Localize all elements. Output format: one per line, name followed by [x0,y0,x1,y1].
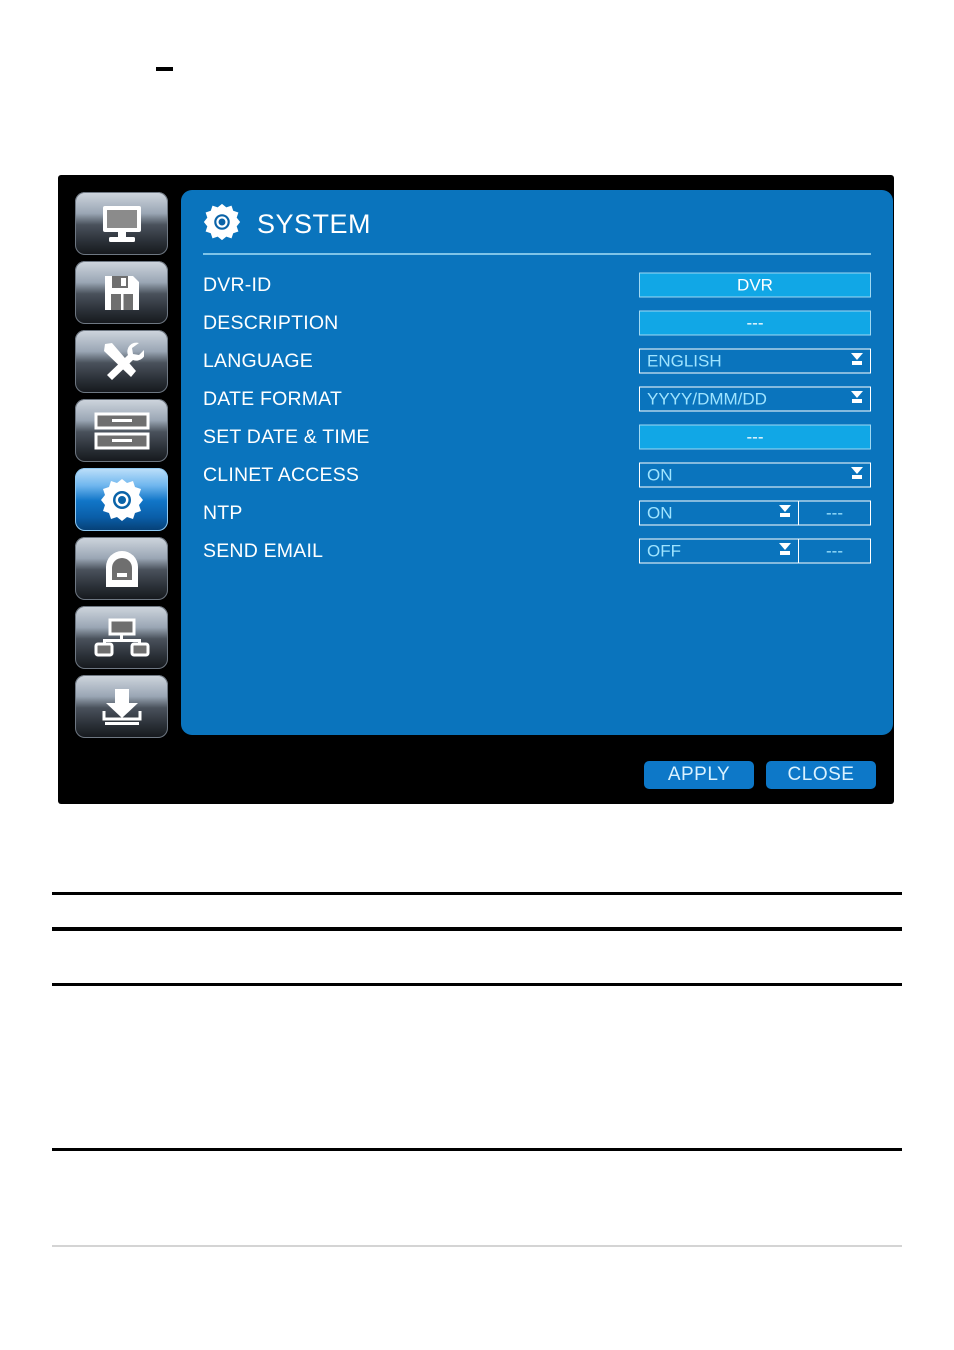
chevron-down-icon [777,541,793,562]
page-title: SYSTEM [257,208,372,239]
sidebar-item-security[interactable] [75,537,168,600]
send-email-select-value: OFF [647,541,681,560]
setting-row-ntp: NTP ON --- [203,494,871,532]
dvr-id-input[interactable]: DVR [639,272,871,298]
field-slot: --- [639,424,871,450]
field-slot: YYYY/DMM/DD [639,386,871,412]
gear-icon [100,478,144,522]
setting-row-client-access: CLINET ACCESS ON [203,456,871,494]
sidebar-item-device[interactable] [75,330,168,393]
network-tree-icon [94,618,150,658]
dvr-settings-window: SYSTEM DVR-ID DVR DESCRIPTION --- LANGUA… [58,175,894,804]
lock-icon [102,549,142,589]
chevron-down-icon [777,503,793,524]
setting-row-send-email: SEND EMAIL OFF --- [203,532,871,570]
sidebar-item-system[interactable] [75,468,168,531]
close-button[interactable]: CLOSE [766,761,876,789]
list-rows-icon [94,412,150,450]
panel-header: SYSTEM [203,200,371,248]
apply-button[interactable]: APPLY [644,761,754,789]
setting-label: NTP [203,501,243,524]
field-slot: --- [639,310,871,336]
description-input[interactable]: --- [639,310,871,336]
system-settings-panel: SYSTEM DVR-ID DVR DESCRIPTION --- LANGUA… [181,190,893,735]
date-format-select-value: YYYY/DMM/DD [647,389,767,408]
client-access-select-value: ON [647,465,673,484]
document-rule [52,892,902,895]
send-email-select[interactable]: OFF [639,538,799,564]
sidebar-item-display[interactable] [75,192,168,255]
document-rule [52,983,902,986]
sidebar-item-schedule[interactable] [75,399,168,462]
sidebar-item-record[interactable] [75,261,168,324]
sidebar-item-network[interactable] [75,606,168,669]
field-slot: ON [639,462,871,488]
monitor-icon [99,204,145,244]
page-dash-mark [156,67,173,71]
setting-label: SEND EMAIL [203,539,324,562]
document-rule [52,927,902,931]
sidebar-icon-rail [75,192,168,738]
setting-label: DESCRIPTION [203,311,339,334]
document-rule-light [52,1245,902,1247]
setting-row-description: DESCRIPTION --- [203,304,871,342]
ntp-select[interactable]: ON [639,500,799,526]
send-email-settings-button[interactable]: --- [799,538,871,564]
setting-label: LANGUAGE [203,349,313,372]
document-rule [52,1148,902,1151]
date-format-select[interactable]: YYYY/DMM/DD [639,386,871,412]
setting-label: CLINET ACCESS [203,463,360,486]
setting-row-language: LANGUAGE ENGLISH [203,342,871,380]
chevron-down-icon [849,351,865,372]
header-divider [203,253,871,255]
setting-label: DATE FORMAT [203,387,343,410]
gear-icon [203,203,241,246]
set-date-time-button[interactable]: --- [639,424,871,450]
setting-row-set-date-time: SET DATE & TIME --- [203,418,871,456]
floppy-disk-icon [102,273,142,313]
field-slot: ENGLISH [639,348,871,374]
action-button-bar: APPLY CLOSE [644,761,876,789]
field-slot: DVR [639,272,871,298]
field-slot: OFF --- [639,538,871,564]
setting-label: SET DATE & TIME [203,425,370,448]
sidebar-item-backup[interactable] [75,675,168,738]
setting-label: DVR-ID [203,273,272,296]
tools-icon [100,341,144,383]
setting-row-date-format: DATE FORMAT YYYY/DMM/DD [203,380,871,418]
language-select[interactable]: ENGLISH [639,348,871,374]
field-slot: ON --- [639,500,871,526]
download-icon [99,687,145,727]
setting-row-dvr-id: DVR-ID DVR [203,266,871,304]
chevron-down-icon [849,389,865,410]
language-select-value: ENGLISH [647,351,722,370]
chevron-down-icon [849,465,865,486]
ntp-select-value: ON [647,503,673,522]
client-access-select[interactable]: ON [639,462,871,488]
settings-rows: DVR-ID DVR DESCRIPTION --- LANGUAGE ENGL… [203,266,871,570]
ntp-server-button[interactable]: --- [799,500,871,526]
